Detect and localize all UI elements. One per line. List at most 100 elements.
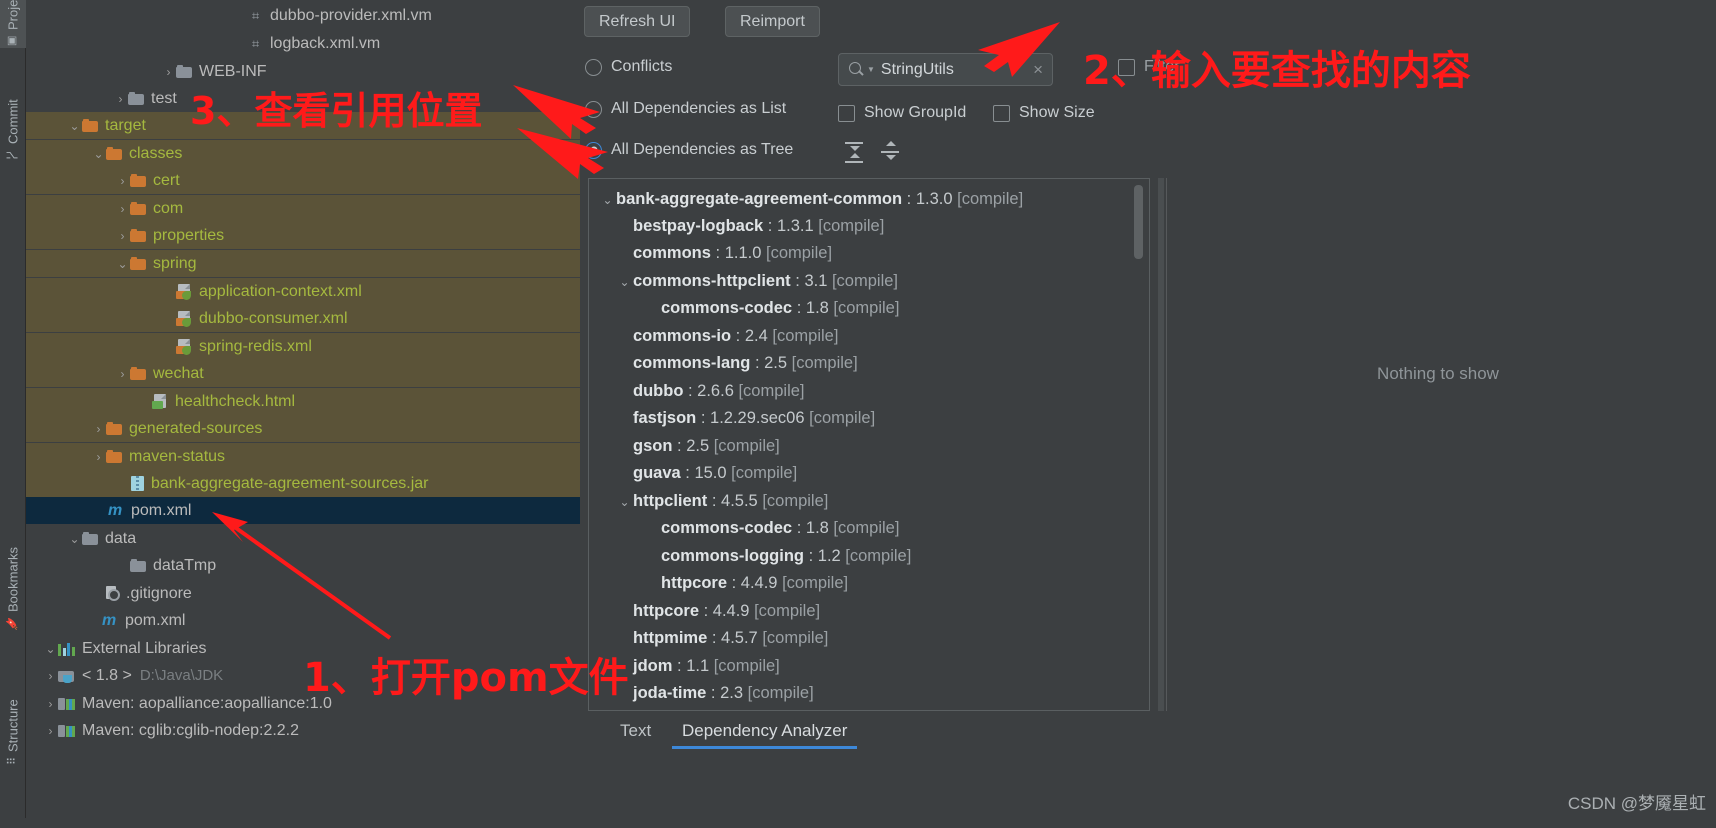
watermark: CSDN @梦魇星虹 (1567, 794, 1706, 813)
tool-window-button-commit[interactable]: ⌥ Commit (0, 62, 26, 162)
expand-arrow[interactable]: › (43, 697, 58, 711)
dependency-row[interactable]: commons-io : 2.4 [compile] (633, 323, 838, 350)
empty-state-text: Nothing to show (1377, 364, 1499, 383)
expand-all-icon[interactable] (842, 140, 866, 164)
radio-icon[interactable] (585, 58, 602, 76)
dependency-row[interactable]: gson : 2.5 [compile] (633, 433, 780, 460)
tree-row[interactable]: › properties (26, 222, 580, 249)
dependency-row[interactable]: commons-logging : 1.2 [compile] (661, 543, 911, 570)
dependency-row[interactable]: httpcore : 4.4.9 [compile] (633, 598, 820, 625)
tree-row[interactable]: bank-aggregate-agreement-sources.jar (26, 470, 580, 497)
expand-arrow[interactable]: ⌄ (43, 642, 58, 656)
expand-arrow[interactable]: ⌄ (616, 275, 633, 289)
dependency-version: 2.4 (744, 327, 768, 345)
checkbox-show-groupid[interactable]: Show GroupId (838, 104, 966, 122)
dependency-row[interactable]: jdom : 1.1 [compile] (633, 653, 780, 680)
dependency-row[interactable]: commons : 1.1.0 [compile] (633, 240, 832, 267)
tool-window-button-project[interactable]: ▣ Project (0, 0, 26, 48)
search-icon[interactable] (848, 61, 865, 78)
tool-window-button-structure[interactable]: ⠿ Structure (0, 645, 26, 765)
radio-icon-selected[interactable] (585, 141, 602, 159)
dependency-row[interactable]: bestpay-logback : 1.3.1 [compile] (633, 213, 884, 240)
tab-dependency-analyzer[interactable]: Dependency Analyzer (672, 712, 858, 752)
dependency-row[interactable]: ⌄ commons-httpclient : 3.1 [compile] (616, 268, 898, 295)
checkbox-icon[interactable] (838, 104, 855, 122)
expand-arrow[interactable]: › (161, 65, 176, 79)
close-icon[interactable]: × (1033, 60, 1043, 80)
reimport-button[interactable]: Reimport (725, 6, 820, 37)
radio-icon[interactable] (585, 100, 602, 118)
refresh-ui-button[interactable]: Refresh UI (584, 6, 691, 37)
vm-file-icon: ⌗ (251, 8, 260, 23)
dependency-row[interactable]: guava : 15.0 [compile] (633, 460, 797, 487)
tool-window-button-bookmarks[interactable]: 🔖 Bookmarks (0, 500, 26, 630)
search-input[interactable]: ▼ StringUtils × (838, 53, 1053, 86)
tree-row-label: External Libraries (82, 639, 207, 657)
tree-row[interactable]: spring-redis.xml (26, 333, 580, 360)
tree-row-label: Maven: aopalliance:aopalliance:1.0 (82, 694, 332, 712)
tree-row[interactable]: › cert (26, 167, 580, 194)
dependency-row[interactable]: dubbo : 2.6.6 [compile] (633, 378, 805, 405)
expand-arrow[interactable]: › (115, 202, 130, 216)
tree-row[interactable]: application-context.xml (26, 278, 580, 305)
tree-row-label: spring-redis.xml (199, 337, 312, 355)
vm-file-icon: ⌗ (251, 36, 260, 51)
tree-row[interactable]: ⌄ spring (26, 250, 580, 277)
dependency-row[interactable]: httpmime : 4.5.7 [compile] (633, 625, 828, 652)
radio-conflicts[interactable]: Conflicts (585, 58, 672, 76)
dependency-row[interactable]: commons-codec : 1.8 [compile] (661, 295, 899, 322)
tree-row[interactable]: › generated-sources (26, 415, 580, 442)
radio-all-deps-list[interactable]: All Dependencies as List (585, 100, 786, 118)
dependency-version: 1.3.0 (915, 190, 953, 208)
dependency-version: 15.0 (694, 464, 727, 482)
tree-row[interactable]: healthcheck.html (26, 388, 580, 415)
tree-row-maven-lib[interactable]: › Maven: cglib:cglib-nodep:2.2.2 (26, 717, 580, 744)
dependency-row[interactable]: httpcore : 4.4.9 [compile] (661, 570, 848, 597)
expand-arrow[interactable]: ⌄ (115, 257, 130, 271)
dependency-row[interactable]: commons-codec : 1.8 [compile] (661, 515, 899, 542)
expand-arrow[interactable]: ⌄ (67, 119, 82, 133)
expand-arrow[interactable]: › (91, 422, 106, 436)
tree-row[interactable]: dubbo-consumer.xml (26, 305, 580, 332)
checkbox-icon[interactable] (993, 104, 1010, 122)
expand-arrow[interactable]: › (43, 724, 58, 738)
expand-arrow[interactable]: › (91, 450, 106, 464)
expand-arrow[interactable]: › (115, 367, 130, 381)
commit-icon: ⌥ (6, 149, 19, 162)
expand-arrow[interactable]: › (115, 229, 130, 243)
checkbox-show-size[interactable]: Show Size (993, 104, 1095, 122)
expand-arrow[interactable]: ⌄ (67, 532, 82, 546)
tree-row[interactable]: ⌄ classes (26, 140, 580, 167)
panel-splitter[interactable] (1158, 178, 1164, 711)
radio-all-deps-tree[interactable]: All Dependencies as Tree (585, 141, 793, 159)
tree-row[interactable]: ⌗ logback.xml.vm (26, 30, 580, 57)
tree-row[interactable]: .gitignore (26, 580, 580, 607)
dependency-row[interactable]: commons-lang : 2.5 [compile] (633, 350, 858, 377)
dependency-version: 1.2.29.sec06 (710, 409, 805, 427)
expand-arrow[interactable]: ⌄ (599, 193, 616, 207)
tree-row[interactable]: ⌗ dubbo-provider.xml.vm (26, 2, 580, 29)
dependency-tree[interactable]: ⌄ bank-aggregate-agreement-common : 1.3.0… (588, 178, 1150, 711)
tree-row[interactable]: ⌄ data (26, 525, 580, 552)
expand-arrow[interactable]: › (113, 92, 128, 106)
dependency-row[interactable]: ⌄ bank-aggregate-agreement-common : 1.3.0… (599, 186, 1023, 213)
dependency-row[interactable]: fastjson : 1.2.29.sec06 [compile] (633, 405, 875, 432)
dependency-row[interactable]: ⌄ httpclient : 4.5.5 [compile] (616, 488, 828, 515)
tool-window-label-project: Project (5, 0, 21, 30)
expand-arrow[interactable]: ⌄ (616, 495, 633, 509)
expand-arrow[interactable]: › (43, 669, 58, 683)
dependency-row[interactable]: joda-time : 2.3 [compile] (633, 680, 814, 707)
tree-row-pom-selected[interactable]: m pom.xml (26, 497, 580, 524)
tree-row[interactable]: › maven-status (26, 443, 580, 470)
tree-row[interactable]: › com (26, 195, 580, 222)
expand-arrow[interactable]: › (115, 174, 130, 188)
tab-text[interactable]: Text (610, 712, 661, 752)
tree-row[interactable]: dataTmp (26, 552, 580, 579)
tool-window-label-bookmarks: Bookmarks (5, 546, 21, 612)
chevron-down-icon[interactable]: ▼ (867, 65, 875, 74)
collapse-all-icon[interactable] (878, 140, 902, 164)
expand-arrow[interactable]: ⌄ (91, 147, 106, 161)
dependency-tree-scrollbar[interactable] (1134, 185, 1143, 259)
tree-row[interactable]: m pom.xml (26, 607, 580, 634)
tree-row[interactable]: › wechat (26, 360, 580, 387)
